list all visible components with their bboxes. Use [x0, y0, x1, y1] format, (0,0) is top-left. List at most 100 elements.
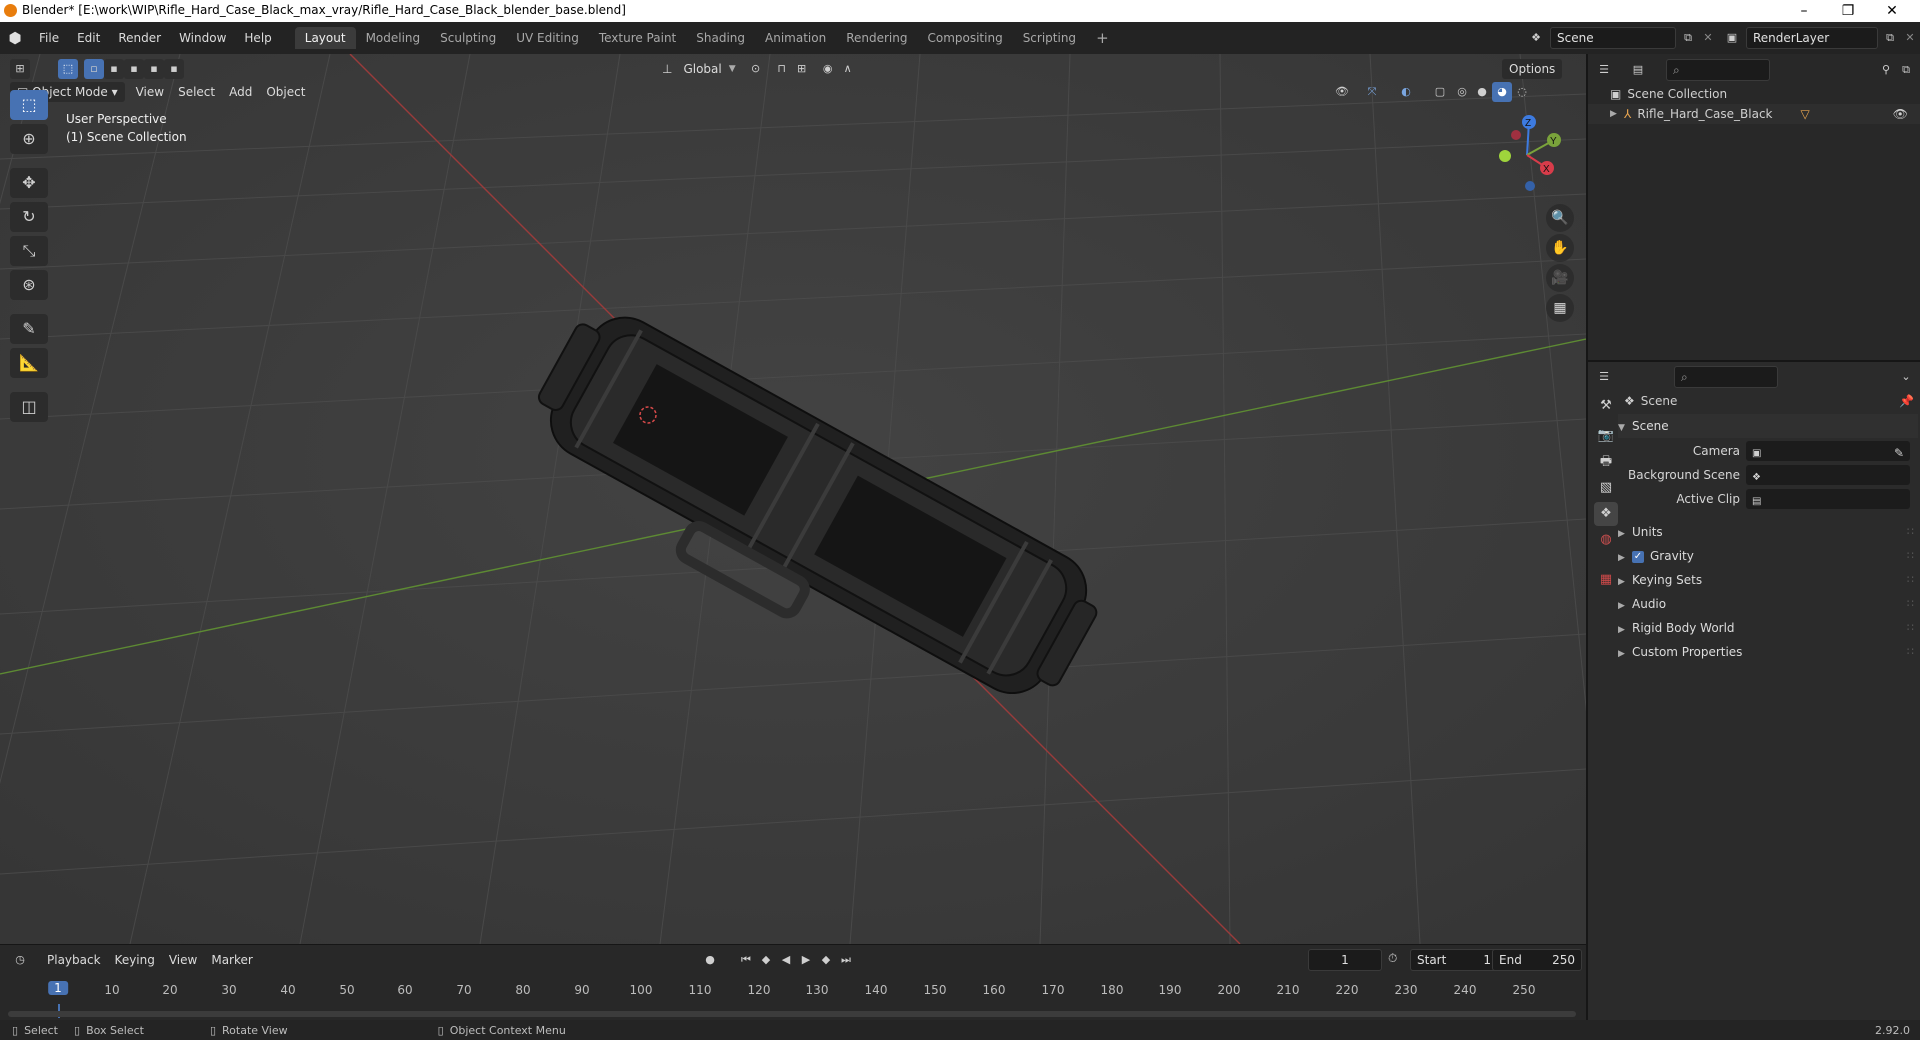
next-keyframe-icon[interactable]: ◆ [816, 950, 836, 970]
properties-editor-icon[interactable]: ☰ [1594, 367, 1614, 387]
delete-render-layer-icon[interactable]: ✕ [1900, 28, 1920, 48]
timeline-menu-keying[interactable]: Keying [108, 950, 162, 970]
play-reverse-icon[interactable]: ◀ [776, 950, 796, 970]
blender-menu-icon[interactable]: ⬢ [0, 29, 30, 47]
scene-icon[interactable]: ❖ [1526, 28, 1546, 48]
select-intersect-icon[interactable]: ▪ [164, 59, 184, 79]
close-button[interactable]: ✕ [1870, 0, 1914, 22]
background-scene-field[interactable]: ❖ [1746, 465, 1910, 485]
tab-texture-paint[interactable]: Texture Paint [589, 27, 686, 49]
audio-panel-header[interactable]: ▶ Audio ∷ [1618, 592, 1918, 616]
scale-tool-icon[interactable]: ⤡ [10, 236, 48, 266]
material-shading-icon[interactable]: ◕ [1492, 82, 1512, 102]
zoom-view-icon[interactable]: 🔍 [1546, 204, 1574, 232]
gizmo-toggle-icon[interactable]: ⤧ [1362, 82, 1382, 102]
jump-end-icon[interactable]: ⏭ [836, 950, 856, 970]
world-tab-icon[interactable]: ◍ [1594, 528, 1618, 552]
proportional-edit-icon[interactable]: ◉ [818, 59, 838, 79]
camera-field[interactable]: ▣ ✎ [1746, 441, 1910, 461]
start-frame-field[interactable]: Start 1 [1410, 949, 1498, 971]
options-chevron-icon[interactable]: ⌄ [1896, 367, 1916, 387]
select-new-icon[interactable]: ▫ [84, 59, 104, 79]
tab-scripting[interactable]: Scripting [1013, 27, 1086, 49]
3d-viewport[interactable]: ⊞ ⬚ ▫ ▪ ▪ ▪ ▪ ⊥ Global ▼ ⊙ ⊓ ⊞ ◉ ∧ Optio… [0, 54, 1586, 944]
tab-shading[interactable]: Shading [686, 27, 755, 49]
orientation-dropdown[interactable]: Global [676, 59, 728, 79]
filter-icon[interactable]: ⚲ [1876, 60, 1896, 80]
scene-tab-icon[interactable]: ❖ [1594, 502, 1618, 526]
restore-button[interactable]: ❐ [1826, 0, 1870, 22]
select-invert-icon[interactable]: ▪ [144, 59, 164, 79]
expand-arrow-icon[interactable]: ▶ [1610, 109, 1624, 119]
display-mode-icon[interactable]: ▤ [1628, 60, 1648, 80]
tab-layout[interactable]: Layout [294, 27, 356, 49]
new-collection-icon[interactable]: ⧉ [1896, 60, 1916, 80]
clock-editor-icon[interactable]: ◷ [10, 950, 30, 970]
3d-view-editor-icon[interactable]: ⊞ [10, 59, 30, 79]
stopwatch-icon[interactable]: ⏱ [1388, 951, 1397, 966]
scene-name-field[interactable]: Scene [1550, 27, 1676, 49]
tool-tab-icon[interactable]: ⚒ [1594, 394, 1618, 418]
viewport-menu-object[interactable]: Object [259, 82, 312, 102]
timeline-menu-view[interactable]: View [162, 950, 204, 970]
gravity-panel-header[interactable]: ▶ ✓ Gravity ∷ [1618, 544, 1918, 568]
menu-help[interactable]: Help [235, 22, 280, 54]
perspective-toggle-icon[interactable]: ▦ [1546, 294, 1574, 322]
transform-tool-icon[interactable]: ⊛ [10, 270, 48, 300]
viewport-menu-select[interactable]: Select [171, 82, 222, 102]
overlays-icon[interactable]: ◐ [1396, 82, 1416, 102]
render-tab-icon[interactable]: 📷 [1594, 424, 1618, 448]
tab-modeling[interactable]: Modeling [356, 27, 431, 49]
visibility-icon[interactable]: 👁 [1332, 82, 1352, 102]
outliner-editor-icon[interactable]: ☰ [1594, 60, 1614, 80]
texture-tab-icon[interactable]: ▦ [1594, 568, 1618, 592]
drag-grip-icon[interactable]: ∷ [1907, 544, 1914, 568]
minimize-button[interactable]: – [1782, 0, 1826, 22]
render-layer-icon[interactable]: ▣ [1722, 28, 1742, 48]
play-icon[interactable]: ▶ [796, 950, 816, 970]
new-scene-icon[interactable]: ⧉ [1678, 28, 1698, 48]
pivot-point-icon[interactable]: ⊙ [746, 59, 766, 79]
units-panel-header[interactable]: ▶ Units ∷ [1618, 520, 1918, 544]
pin-icon[interactable]: 📌 [1899, 394, 1914, 408]
rifle-hard-case-model[interactable] [0, 54, 1586, 944]
timeline-scrollbar[interactable] [8, 1011, 1576, 1017]
eyedropper-icon[interactable]: ✎ [1894, 442, 1904, 464]
rotate-tool-icon[interactable]: ↻ [10, 202, 48, 232]
solid-shading-icon[interactable]: ● [1472, 82, 1492, 102]
tab-rendering[interactable]: Rendering [836, 27, 917, 49]
timeline-menu-marker[interactable]: Marker [204, 950, 259, 970]
record-icon[interactable]: ● [700, 950, 720, 970]
viewport-menu-view[interactable]: View [129, 82, 171, 102]
add-workspace-button[interactable]: + [1086, 27, 1119, 49]
active-clip-field[interactable]: ▤ [1746, 489, 1910, 509]
wireframe-shading-icon[interactable]: ◎ [1452, 82, 1472, 102]
menu-render[interactable]: Render [109, 22, 170, 54]
rigid-body-world-panel-header[interactable]: ▶ Rigid Body World ∷ [1618, 616, 1918, 640]
tab-compositing[interactable]: Compositing [917, 27, 1012, 49]
eye-visibility-icon[interactable]: 👁 [1893, 107, 1908, 121]
drag-grip-icon[interactable]: ∷ [1907, 520, 1914, 544]
pan-view-icon[interactable]: ✋ [1546, 234, 1574, 262]
keying-sets-panel-header[interactable]: ▶ Keying Sets ∷ [1618, 568, 1918, 592]
select-box-tool-icon[interactable]: ⬚ [10, 90, 48, 120]
cursor-tool-icon[interactable]: ⊕ [10, 124, 48, 154]
camera-view-icon[interactable]: 🎥 [1546, 264, 1574, 292]
navigation-gizmo[interactable]: Z Y X [1482, 110, 1572, 200]
xray-icon[interactable]: ▢ [1430, 82, 1450, 102]
delete-scene-icon[interactable]: ✕ [1698, 28, 1718, 48]
snap-target-icon[interactable]: ⊞ [792, 59, 812, 79]
end-frame-field[interactable]: End 250 [1492, 949, 1582, 971]
tab-uv-editing[interactable]: UV Editing [506, 27, 589, 49]
current-frame-field[interactable]: 1 [1308, 949, 1382, 971]
outliner-item-row[interactable]: ▶ ⅄ Rifle_Hard_Case_Black ▽ 👁 [1588, 104, 1920, 124]
drag-grip-icon[interactable]: ∷ [1907, 568, 1914, 592]
scene-collection-row[interactable]: ▣ Scene Collection [1588, 84, 1920, 104]
scene-panel-header[interactable]: ▼ Scene [1618, 414, 1918, 438]
tab-sculpting[interactable]: Sculpting [430, 27, 506, 49]
menu-edit[interactable]: Edit [68, 22, 109, 54]
menu-file[interactable]: File [30, 22, 68, 54]
move-tool-icon[interactable]: ✥ [10, 168, 48, 198]
measure-tool-icon[interactable]: 📐 [10, 348, 48, 378]
gravity-checkbox[interactable]: ✓ [1632, 550, 1644, 563]
